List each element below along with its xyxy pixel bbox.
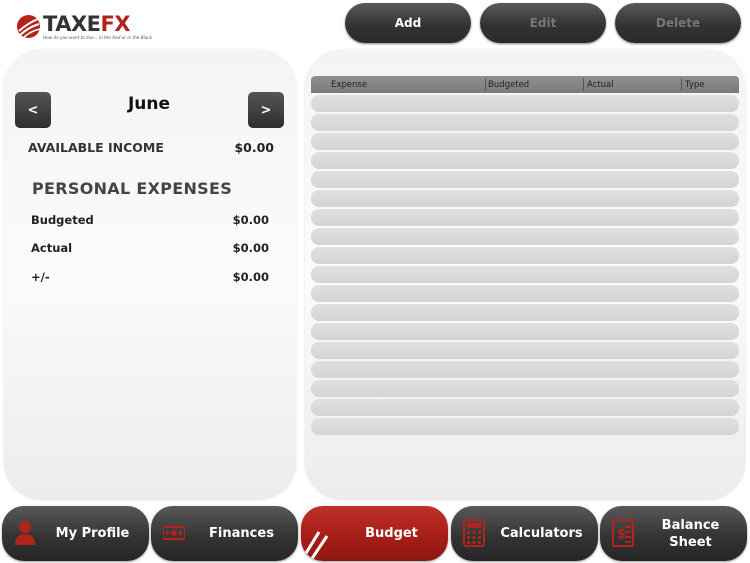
balance-sheet-icon: $ xyxy=(612,519,634,547)
add-button[interactable]: Add xyxy=(345,3,471,43)
actual-value: $0.00 xyxy=(232,241,269,255)
money-icon xyxy=(163,526,185,540)
available-income-value: $0.00 xyxy=(234,140,274,155)
table-row[interactable] xyxy=(311,152,739,169)
table-row[interactable] xyxy=(311,228,739,245)
prev-month-button[interactable]: < xyxy=(15,92,51,128)
tab-budget[interactable]: Budget xyxy=(301,506,448,561)
tab-label: Budget xyxy=(365,526,418,541)
column-divider xyxy=(583,78,584,91)
globe-icon xyxy=(17,15,41,38)
table-row[interactable] xyxy=(311,418,739,435)
table-row[interactable] xyxy=(311,399,739,416)
tab-my-profile[interactable]: My Profile xyxy=(2,506,149,561)
tab-finances[interactable]: Finances xyxy=(151,506,298,561)
logo-tagline: How do you want to live... in the Red or… xyxy=(43,35,153,40)
table-row[interactable] xyxy=(311,190,739,207)
table-row[interactable] xyxy=(311,304,739,321)
table-row[interactable] xyxy=(311,323,739,340)
column-header-budgeted: Budgeted xyxy=(488,80,530,90)
expense-table-panel: Expense Budgeted Actual Type xyxy=(305,50,745,500)
table-row[interactable] xyxy=(311,209,739,226)
difference-label: +/- xyxy=(31,270,50,284)
table-row[interactable] xyxy=(311,266,739,283)
column-header-actual: Actual xyxy=(587,80,614,90)
column-header-type: Type xyxy=(685,80,705,90)
column-divider xyxy=(485,78,486,91)
edit-button[interactable]: Edit xyxy=(480,3,606,43)
table-row[interactable] xyxy=(311,361,739,378)
logo-wordmark: TAXEFX xyxy=(43,12,131,36)
difference-value: $0.00 xyxy=(232,270,269,284)
budget-summary-panel: < June > AVAILABLE INCOME $0.00 PERSONAL… xyxy=(4,50,296,500)
tab-label: Balance Sheet xyxy=(661,517,720,550)
table-row[interactable] xyxy=(311,114,739,131)
tab-label: Finances xyxy=(209,526,274,541)
table-row[interactable] xyxy=(311,285,739,302)
tab-label: My Profile xyxy=(55,526,130,541)
table-row[interactable] xyxy=(311,133,739,150)
calculator-icon xyxy=(463,519,485,547)
available-income-label: AVAILABLE INCOME xyxy=(28,140,164,155)
month-title: June xyxy=(127,94,171,114)
table-row[interactable] xyxy=(311,247,739,264)
actual-label: Actual xyxy=(31,241,73,255)
table-row[interactable] xyxy=(311,380,739,397)
table-row[interactable] xyxy=(311,342,739,359)
delete-button[interactable]: Delete xyxy=(615,3,741,43)
person-icon xyxy=(15,521,35,545)
slash-icon xyxy=(301,531,329,560)
column-header-expense: Expense xyxy=(331,80,368,90)
tab-label: Calculators xyxy=(500,526,583,541)
svg-text:$: $ xyxy=(617,527,626,542)
personal-expenses-title: PERSONAL EXPENSES xyxy=(32,179,233,198)
budgeted-value: $0.00 xyxy=(232,213,269,227)
column-divider xyxy=(681,78,682,91)
tab-balance-sheet[interactable]: $ Balance Sheet xyxy=(600,506,747,561)
table-header: Expense Budgeted Actual Type xyxy=(311,76,739,93)
tab-calculators[interactable]: Calculators xyxy=(451,506,598,561)
taxefx-logo: TAXEFX How do you want to live... in the… xyxy=(16,12,152,42)
next-month-button[interactable]: > xyxy=(248,92,284,128)
table-row[interactable] xyxy=(311,171,739,188)
budgeted-label: Budgeted xyxy=(31,213,94,227)
table-row[interactable] xyxy=(311,95,739,112)
